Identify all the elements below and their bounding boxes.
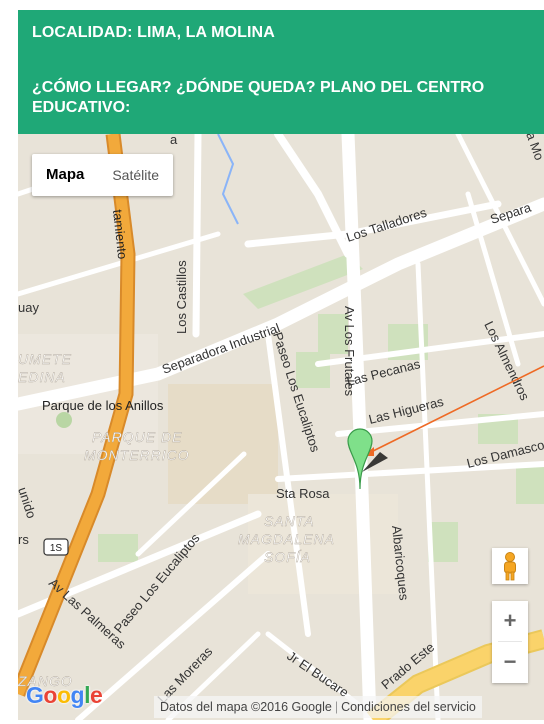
street-label: Los Castillos [174, 260, 189, 334]
logo-letter: G [26, 682, 44, 708]
district-label: UMETE [18, 351, 72, 367]
map-view[interactable]: 1S tamiento Los Talladores Separa Los Ca… [18, 134, 544, 720]
district-label: MAGDALENA [238, 531, 335, 547]
zoom-in-button[interactable]: + [492, 601, 528, 641]
street-view-pegman-button[interactable] [492, 548, 528, 584]
location-header: LOCALIDAD: LIMA, LA MOLINA ¿CÓMO LLEGAR?… [18, 10, 544, 134]
green-area [516, 464, 544, 504]
map-type-map-button[interactable]: Mapa [32, 154, 98, 196]
district-label: PARQUE DE [92, 429, 182, 445]
directions-title: ¿CÓMO LLEGAR? ¿DÓNDE QUEDA? PLANO DEL CE… [32, 79, 485, 116]
logo-letter: o [56, 682, 71, 708]
green-area [98, 534, 138, 562]
map-data-credit[interactable]: Datos del mapa ©2016 Google [160, 700, 332, 714]
map-canvas[interactable]: 1S tamiento Los Talladores Separa Los Ca… [18, 134, 544, 720]
district-label: SANTA [264, 513, 315, 529]
map-type-satellite-button[interactable]: Satélite [98, 154, 173, 196]
route-label: 1S [50, 543, 63, 554]
park-area [168, 384, 278, 504]
page: LOCALIDAD: LIMA, LA MOLINA ¿CÓMO LLEGAR?… [0, 0, 544, 724]
zoom-out-button[interactable]: − [492, 642, 528, 682]
zoom-control: + − [492, 601, 528, 683]
logo-letter: g [70, 682, 85, 708]
street-label: Sta Rosa [276, 486, 330, 501]
district-label: EDINA [18, 369, 66, 385]
place-label: Parque de los Anillos [42, 398, 164, 413]
pegman-icon [504, 552, 516, 581]
logo-letter: e [89, 682, 103, 708]
district-label: SOFÍA [264, 549, 311, 565]
district-label: MONTERRICO [84, 447, 190, 463]
logo-letter: o [43, 682, 57, 708]
attribution-separator: | [334, 700, 339, 714]
locality-title: LOCALIDAD: LIMA, LA MOLINA [32, 24, 275, 41]
google-logo[interactable]: Google [26, 682, 103, 709]
street-label: uay [18, 300, 39, 315]
park-icon [56, 412, 72, 428]
map-type-control: Mapa Satélite [32, 154, 174, 196]
street-label: a [170, 134, 178, 147]
street-label: rs [18, 532, 29, 547]
map-attribution: Datos del mapa ©2016 Google | Condiciones … [154, 696, 482, 718]
terms-of-service-link[interactable]: Condiciones del servicio [341, 700, 476, 714]
